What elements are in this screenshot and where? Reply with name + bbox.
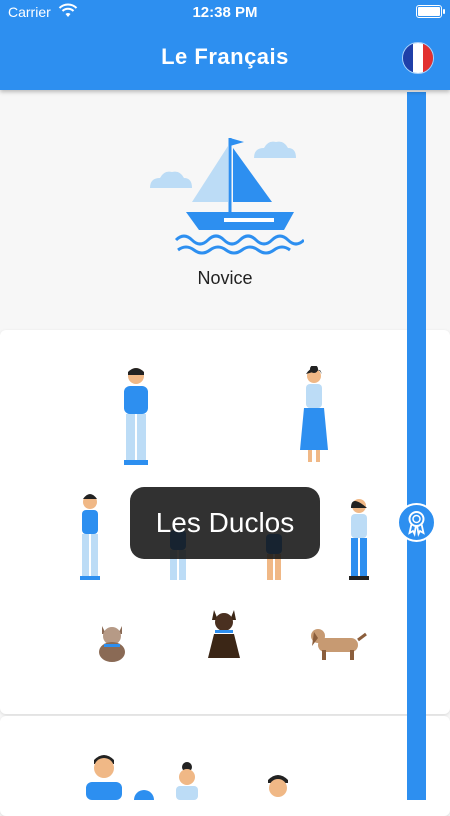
- status-bar: Carrier 12:38 PM: [0, 0, 450, 26]
- ribbon-badge-icon[interactable]: [397, 503, 436, 542]
- french-flag-icon[interactable]: [402, 42, 434, 74]
- mother-illustration: [300, 366, 328, 462]
- boy-illustration-next: [268, 775, 288, 797]
- status-time: 12:38 PM: [192, 4, 258, 21]
- globe-illustration-next: [134, 790, 154, 800]
- father-illustration: [124, 368, 148, 465]
- lesson-title-toast: Les Duclos: [130, 487, 320, 559]
- man-illustration-next: [86, 755, 122, 800]
- cat-illustration: [99, 626, 125, 662]
- daughter-illustration: [349, 499, 369, 580]
- level-label: Novice: [197, 268, 253, 288]
- page-title: Le Français: [161, 44, 289, 69]
- battery-icon: [416, 5, 445, 18]
- woman-illustration-next: [176, 762, 198, 800]
- dog-illustration: [208, 610, 240, 658]
- progress-rail: [407, 92, 426, 800]
- sailboat-icon: [150, 138, 304, 255]
- son-illustration: [80, 494, 100, 580]
- lesson-card-next[interactable]: [0, 716, 450, 816]
- app-header: Carrier 12:38 PM Le Français: [0, 0, 450, 90]
- dachshund-illustration: [311, 629, 367, 660]
